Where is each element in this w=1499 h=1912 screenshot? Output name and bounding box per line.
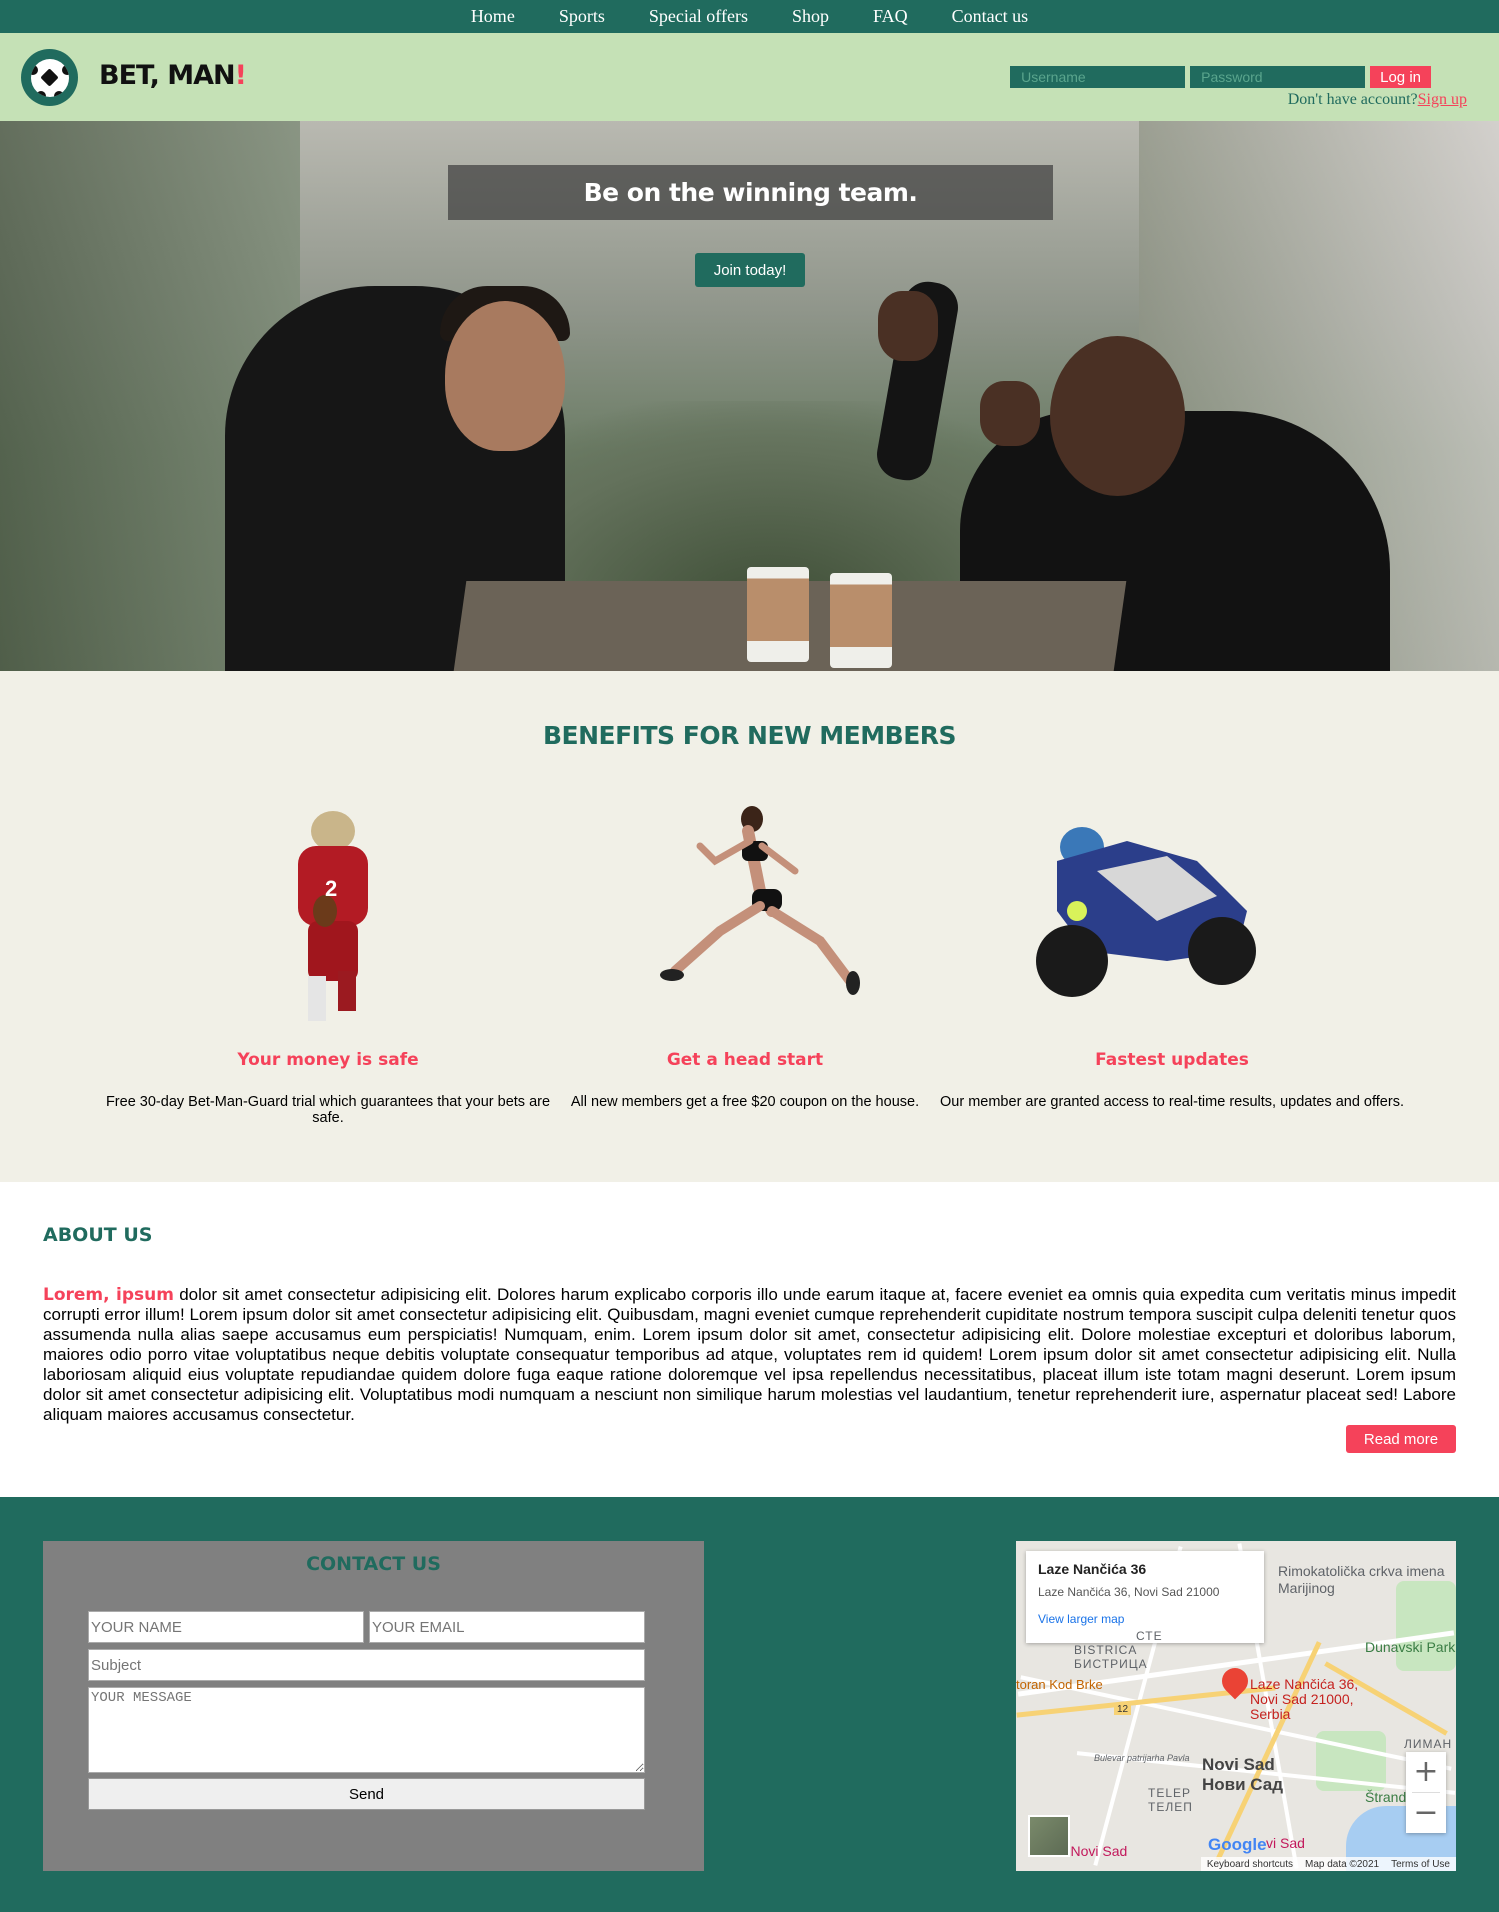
- benefit-text: Free 30-day Bet-Man-Guard trial which gu…: [105, 1094, 551, 1126]
- nav-sports[interactable]: Sports: [537, 0, 627, 33]
- map-label: БИСТРИЦА: [1074, 1657, 1148, 1671]
- username-input[interactable]: [1010, 66, 1186, 88]
- brand-logo[interactable]: BET, MAN!: [99, 60, 247, 91]
- benefits-section: BENEFITS FOR NEW MEMBERS 2 Your money is…: [0, 671, 1499, 1182]
- google-logo: Google: [1208, 1835, 1267, 1855]
- satellite-toggle[interactable]: [1028, 1815, 1070, 1857]
- benefit-title: Your money is safe: [237, 1050, 419, 1070]
- view-larger-map-link[interactable]: View larger map: [1038, 1612, 1252, 1626]
- map-zoom-controls: + −: [1406, 1752, 1446, 1833]
- benefit-card: Get a head start All new members get a f…: [510, 801, 980, 1110]
- login-button[interactable]: Log in: [1370, 66, 1431, 88]
- read-more-button[interactable]: Read more: [1346, 1425, 1456, 1453]
- hero-banner: Be on the winning team. Join today!: [0, 121, 1499, 671]
- contact-heading: CONTACT US: [306, 1553, 441, 1575]
- map-label: 12: [1114, 1704, 1132, 1715]
- subject-input[interactable]: [88, 1649, 645, 1681]
- benefit-title: Fastest updates: [1095, 1050, 1249, 1070]
- map-city-cyrillic: Нови Сад: [1202, 1775, 1284, 1794]
- about-heading: ABOUT US: [43, 1224, 153, 1246]
- map-label: Dunavski Park: [1365, 1639, 1456, 1655]
- google-logo-text: Google: [1208, 1835, 1267, 1854]
- brand-mark: !: [234, 60, 247, 91]
- benefit-card: Fastest updates Our member are granted a…: [937, 801, 1407, 1110]
- nav-contact-us[interactable]: Contact us: [930, 0, 1051, 33]
- map-label: vi Sad: [1266, 1835, 1305, 1851]
- nav-home[interactable]: Home: [449, 0, 537, 33]
- hero-title: Be on the winning team.: [448, 165, 1053, 220]
- about-lead: Lorem, ipsum: [43, 1285, 174, 1305]
- zoom-in-button[interactable]: +: [1406, 1752, 1446, 1792]
- join-today-button[interactable]: Join today!: [695, 253, 805, 287]
- benefit-title: Get a head start: [666, 1050, 824, 1070]
- about-section: ABOUT US Lorem, ipsum dolor sit amet con…: [0, 1182, 1499, 1497]
- benefit-text: All new members get a free $20 coupon on…: [570, 1094, 920, 1110]
- map-label: ЛИМАН: [1404, 1737, 1453, 1751]
- keyboard-shortcuts-link[interactable]: Keyboard shortcuts: [1207, 1859, 1293, 1870]
- map-label: BISTRICA: [1074, 1643, 1138, 1657]
- map-place-address: Laze Nančića 36, Novi Sad 21000: [1038, 1585, 1220, 1599]
- map-label: СТЕ: [1136, 1629, 1163, 1643]
- embedded-map[interactable]: Laze Nančića 36 Laze Nančića 36, Novi Sa…: [1016, 1541, 1456, 1871]
- site-header: BET, MAN! Log in: [0, 33, 1499, 121]
- football-player-image: 2: [93, 801, 563, 1026]
- about-text: Lorem, ipsum dolor sit amet consectetur …: [43, 1285, 1456, 1425]
- login-form: Log in: [1010, 66, 1431, 88]
- signup-prompt: Don't have account?Sign up: [1288, 91, 1467, 109]
- map-footer: Keyboard shortcuts Map data ©2021 Terms …: [1200, 1857, 1456, 1871]
- benefit-text: Our member are granted access to real-ti…: [940, 1094, 1404, 1110]
- terms-of-use-link[interactable]: Terms of Use: [1391, 1859, 1450, 1870]
- top-nav: Home Sports Special offers Shop FAQ Cont…: [0, 0, 1499, 33]
- email-input[interactable]: [369, 1611, 645, 1643]
- map-label: toran Kod Brke: [1016, 1677, 1103, 1692]
- zoom-out-button[interactable]: −: [1406, 1793, 1446, 1833]
- brand-name: BET, MAN: [99, 60, 236, 91]
- map-data-credit: Map data ©2021: [1305, 1858, 1380, 1870]
- map-label: Rimokatolička crkva imena Marijinog: [1278, 1563, 1445, 1596]
- nav-special-offers[interactable]: Special offers: [627, 0, 770, 33]
- map-label: TELEP: [1148, 1786, 1192, 1800]
- nav-faq[interactable]: FAQ: [851, 0, 930, 33]
- signup-text: Don't have account?: [1287, 91, 1418, 108]
- motorcycle-racer-image: [937, 801, 1407, 1026]
- sprinter-image: [510, 801, 980, 1026]
- map-city-latin: Novi Sad: [1202, 1755, 1275, 1774]
- benefit-card: 2 Your money is safe Free 30-day Bet-Man…: [93, 801, 563, 1126]
- signup-link[interactable]: Sign up: [1418, 91, 1467, 108]
- nav-shop[interactable]: Shop: [770, 0, 851, 33]
- map-label: ТЕЛЕП: [1148, 1800, 1193, 1814]
- contact-section: CONTACT US Send Laze Nančića 36 Laze Nan…: [0, 1497, 1499, 1912]
- benefits-heading: BENEFITS FOR NEW MEMBERS: [542, 721, 957, 750]
- password-input[interactable]: [1190, 66, 1366, 88]
- contact-form: CONTACT US Send: [43, 1541, 704, 1871]
- map-place-title: Laze Nančića 36: [1038, 1561, 1147, 1577]
- map-label: Bulevar patrijarha Pavla: [1094, 1753, 1190, 1763]
- send-button[interactable]: Send: [88, 1778, 645, 1810]
- soccer-ball-icon[interactable]: [21, 49, 78, 106]
- message-input[interactable]: [88, 1687, 645, 1773]
- svg-text:2: 2: [325, 876, 337, 901]
- name-input[interactable]: [88, 1611, 364, 1643]
- map-pin-label: Laze Nančića 36, Novi Sad 21000, Serbia: [1250, 1676, 1359, 1722]
- about-body: dolor sit amet consectetur adipisicing e…: [43, 1285, 1456, 1424]
- map-label: Štrand: [1365, 1789, 1407, 1805]
